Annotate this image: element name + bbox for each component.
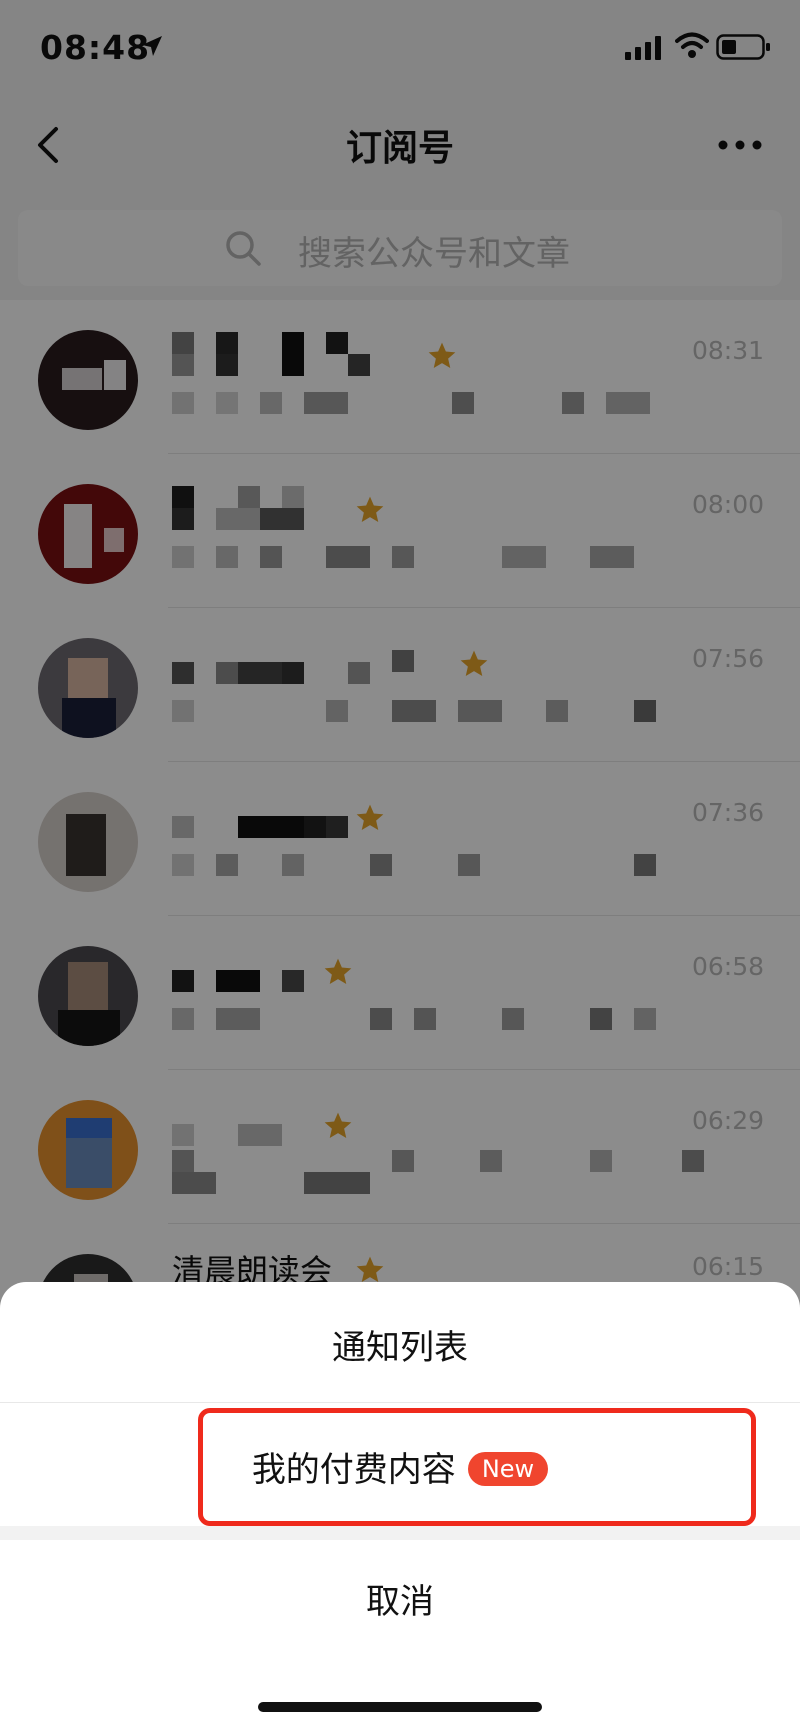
divider bbox=[0, 1402, 800, 1403]
notification-list-option[interactable]: 通知列表 bbox=[0, 1320, 800, 1369]
action-sheet: 通知列表 我的付费内容 New 取消 bbox=[0, 1282, 800, 1730]
home-indicator[interactable] bbox=[258, 1702, 542, 1712]
sheet-separator bbox=[0, 1526, 800, 1540]
cancel-button[interactable]: 取消 bbox=[0, 1574, 800, 1623]
subscription-screen: 08:48 订阅号 搜索公众号和文章 08:31 08:00 07:56 07:… bbox=[0, 0, 800, 1730]
highlight-annotation-box bbox=[198, 1408, 756, 1526]
